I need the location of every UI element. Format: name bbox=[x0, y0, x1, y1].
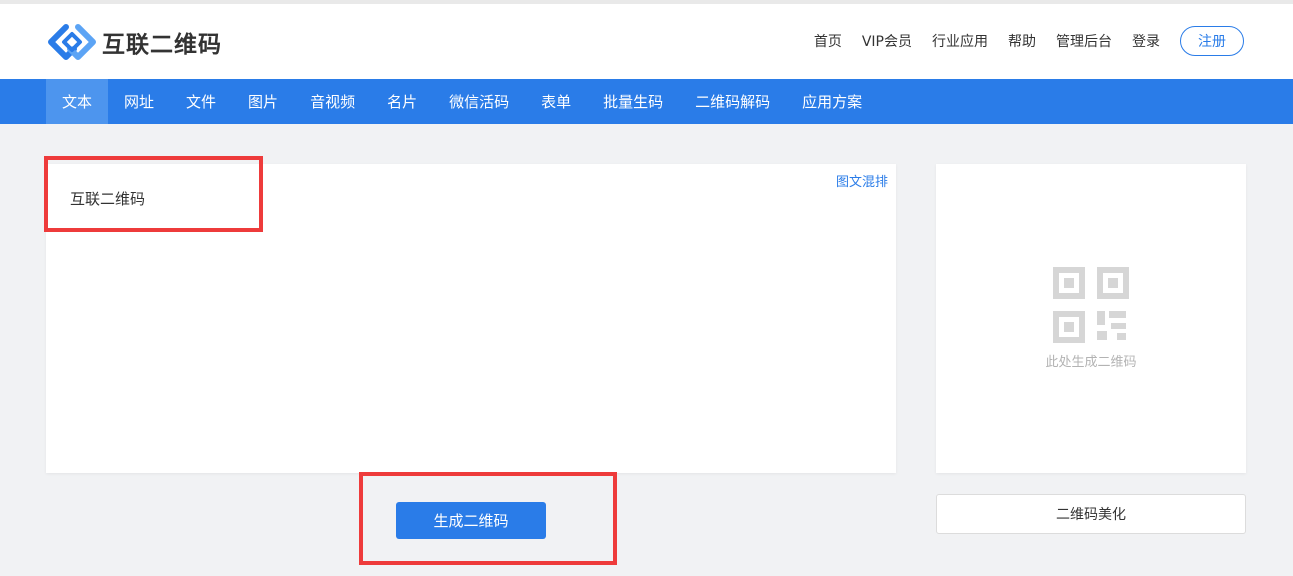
tab-batch-generate[interactable]: 批量生码 bbox=[587, 79, 679, 124]
top-link-help[interactable]: 帮助 bbox=[1008, 31, 1036, 51]
tab-form[interactable]: 表单 bbox=[525, 79, 587, 124]
top-link-login[interactable]: 登录 bbox=[1132, 31, 1160, 51]
logo-icon bbox=[48, 24, 96, 60]
qr-placeholder-caption: 此处生成二维码 bbox=[1045, 355, 1137, 370]
top-link-industry[interactable]: 行业应用 bbox=[932, 31, 988, 51]
tab-image[interactable]: 图片 bbox=[232, 79, 294, 124]
qr-code-icon bbox=[1053, 267, 1129, 343]
top-link-home[interactable]: 首页 bbox=[814, 31, 842, 51]
qr-beautify-button[interactable]: 二维码美化 bbox=[936, 494, 1246, 534]
tab-file[interactable]: 文件 bbox=[170, 79, 232, 124]
site-header: 互联二维码 首页 VIP会员 行业应用 帮助 管理后台 登录 注册 bbox=[0, 4, 1293, 79]
tab-url[interactable]: 网址 bbox=[108, 79, 170, 124]
text-editor[interactable]: 互联二维码 图文混排 bbox=[46, 164, 896, 473]
editor-content[interactable]: 互联二维码 bbox=[70, 188, 145, 209]
register-button[interactable]: 注册 bbox=[1180, 26, 1244, 56]
top-nav-links: 首页 VIP会员 行业应用 帮助 管理后台 登录 注册 bbox=[794, 26, 1244, 56]
qr-preview-panel: 此处生成二维码 bbox=[936, 164, 1246, 473]
tab-wechat-live-code[interactable]: 微信活码 bbox=[433, 79, 525, 124]
category-nav-list: 文本 网址 文件 图片 音视频 名片 微信活码 表单 批量生码 二维码解码 应用… bbox=[46, 79, 878, 124]
tab-qr-decode[interactable]: 二维码解码 bbox=[679, 79, 786, 124]
category-navbar: 文本 网址 文件 图片 音视频 名片 微信活码 表单 批量生码 二维码解码 应用… bbox=[0, 79, 1293, 124]
top-link-vip[interactable]: VIP会员 bbox=[862, 31, 912, 51]
tab-business-card[interactable]: 名片 bbox=[371, 79, 433, 124]
site-logo[interactable]: 互联二维码 bbox=[48, 24, 222, 60]
generate-qr-button[interactable]: 生成二维码 bbox=[396, 502, 546, 539]
tab-solutions[interactable]: 应用方案 bbox=[786, 79, 878, 124]
tab-text[interactable]: 文本 bbox=[46, 79, 109, 124]
top-link-admin[interactable]: 管理后台 bbox=[1056, 31, 1112, 51]
mixed-layout-link[interactable]: 图文混排 bbox=[836, 171, 888, 190]
tab-audio-video[interactable]: 音视频 bbox=[294, 79, 371, 124]
logo-text: 互联二维码 bbox=[102, 32, 222, 58]
